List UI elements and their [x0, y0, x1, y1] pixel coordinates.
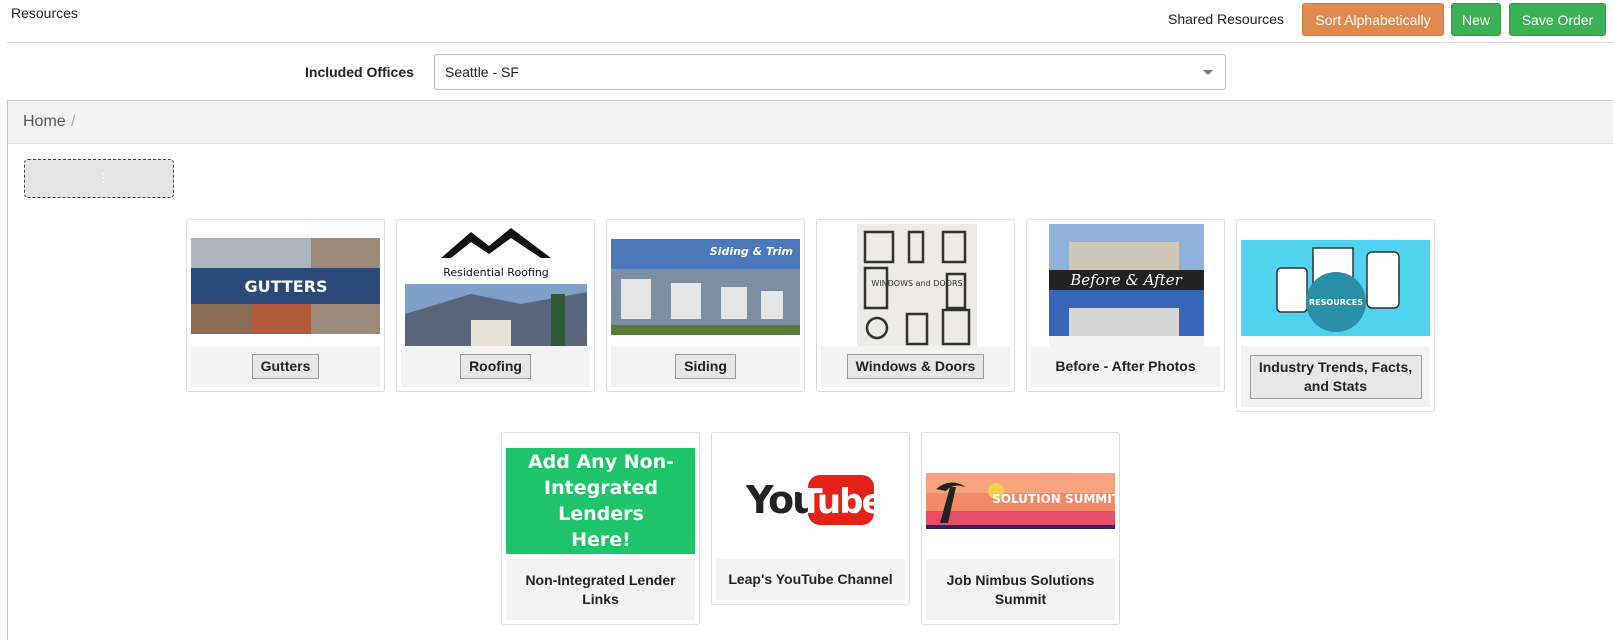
resource-card-before-after[interactable]: Before & After Before - After Photos — [1026, 219, 1225, 392]
top-bar: Resources Shared Resources Sort Alphabet… — [0, 0, 1613, 44]
resource-label-area: Job Nimbus Solutions Summit — [926, 559, 1115, 620]
lender-banner: Add Any Non-Integrated Lenders Here! — [506, 448, 695, 554]
included-offices-select[interactable]: Seattle - SF — [434, 54, 1226, 90]
resource-card-roofing[interactable]: Residential Roofing Roofing — [396, 219, 595, 392]
resource-label-area: Siding — [611, 346, 800, 387]
folder-drop-zone[interactable]: ⋮ — [24, 159, 174, 198]
resource-card-siding[interactable]: Siding & Trim Siding — [606, 219, 805, 392]
breadcrumb-separator: / — [71, 113, 76, 130]
resource-card-gutters[interactable]: GUTTERS Gutters — [186, 219, 385, 392]
resource-thumbnail: Residential Roofing — [401, 224, 590, 348]
svg-text:WINDOWS and DOORS: WINDOWS and DOORS — [871, 279, 962, 288]
save-order-button[interactable]: Save Order — [1509, 3, 1606, 36]
resource-label[interactable]: Roofing — [460, 354, 531, 379]
before-after-image: Before & After — [1049, 224, 1204, 348]
resource-label[interactable]: Siding — [675, 354, 736, 379]
youtube-logo-icon: You Tube — [746, 475, 876, 525]
caret-down-icon — [1203, 70, 1213, 75]
industry-resources-image: RESOURCES — [1241, 240, 1430, 336]
windows-doors-image: WINDOWS and DOORS — [857, 224, 977, 348]
svg-text:RESOURCES: RESOURCES — [1309, 298, 1363, 307]
resource-card-youtube[interactable]: You Tube Leap's YouTube Channel — [711, 432, 910, 605]
breadcrumb: Home / — [8, 101, 1613, 144]
svg-text:Tube: Tube — [799, 482, 876, 522]
drag-handle-icon: ⋮ — [97, 170, 110, 185]
resource-label[interactable]: Industry Trends, Facts, and Stats — [1249, 354, 1422, 399]
svg-text:SOLUTION SUMMIT: SOLUTION SUMMIT — [992, 492, 1115, 506]
page-title: Resources — [11, 5, 78, 21]
included-offices-label: Included Offices — [305, 64, 414, 80]
new-button[interactable]: New — [1451, 3, 1501, 36]
resource-card-windows-doors[interactable]: WINDOWS and DOORS Windows & Doors — [816, 219, 1015, 392]
resource-label[interactable]: Before - After Photos — [1055, 357, 1195, 376]
resource-thumbnail: GUTTERS — [191, 224, 380, 348]
resource-label[interactable]: Windows & Doors — [846, 354, 985, 379]
svg-text:Residential Roofing: Residential Roofing — [443, 266, 549, 279]
resource-thumbnail: Siding & Trim — [611, 224, 800, 348]
nimbus-summit-banner: SOLUTION SUMMIT — [926, 473, 1115, 529]
resource-label-area: Industry Trends, Facts, and Stats — [1241, 346, 1430, 407]
included-offices-value: Seattle - SF — [445, 64, 519, 80]
sort-alphabetically-button[interactable]: Sort Alphabetically — [1302, 3, 1444, 36]
resource-label-area: Leap's YouTube Channel — [716, 559, 905, 600]
svg-text:Siding & Trim: Siding & Trim — [710, 245, 793, 258]
roofing-image: Residential Roofing — [401, 224, 590, 348]
divider — [7, 42, 1613, 43]
resource-card-industry-trends[interactable]: RESOURCES Industry Trends, Facts, and St… — [1236, 219, 1435, 412]
gutters-image: GUTTERS — [191, 238, 380, 334]
breadcrumb-home[interactable]: Home — [23, 113, 66, 131]
resource-label[interactable]: Gutters — [251, 354, 320, 379]
resource-thumbnail: WINDOWS and DOORS — [821, 224, 1010, 348]
resource-label-area: Roofing — [401, 346, 590, 387]
resource-label-area: Windows & Doors — [821, 346, 1010, 387]
resource-thumbnail: Before & After — [1031, 224, 1220, 348]
resource-label[interactable]: Leap's YouTube Channel — [728, 570, 892, 589]
lender-banner-text: Add Any Non-Integrated Lenders Here! — [527, 451, 675, 551]
resource-label-area: Gutters — [191, 346, 380, 387]
resource-label[interactable]: Non-Integrated Lender Links — [521, 571, 681, 609]
resource-label-area: Non-Integrated Lender Links — [506, 559, 695, 620]
siding-image: Siding & Trim — [611, 239, 800, 335]
resource-thumbnail: You Tube — [716, 437, 905, 561]
resource-card-lender-links[interactable]: Add Any Non-Integrated Lenders Here! Non… — [501, 432, 700, 625]
svg-text:GUTTERS: GUTTERS — [244, 277, 327, 296]
resource-thumbnail: SOLUTION SUMMIT — [926, 437, 1115, 561]
resource-label[interactable]: Job Nimbus Solutions Summit — [941, 571, 1101, 609]
shared-resources-link[interactable]: Shared Resources — [1168, 11, 1284, 27]
resource-thumbnail: RESOURCES — [1241, 224, 1430, 348]
resource-card-nimbus-summit[interactable]: SOLUTION SUMMIT Job Nimbus Solutions Sum… — [921, 432, 1120, 625]
resource-thumbnail: Add Any Non-Integrated Lenders Here! — [506, 437, 695, 561]
resource-label-area: Before - After Photos — [1031, 346, 1220, 387]
svg-text:Before & After: Before & After — [1069, 271, 1182, 289]
